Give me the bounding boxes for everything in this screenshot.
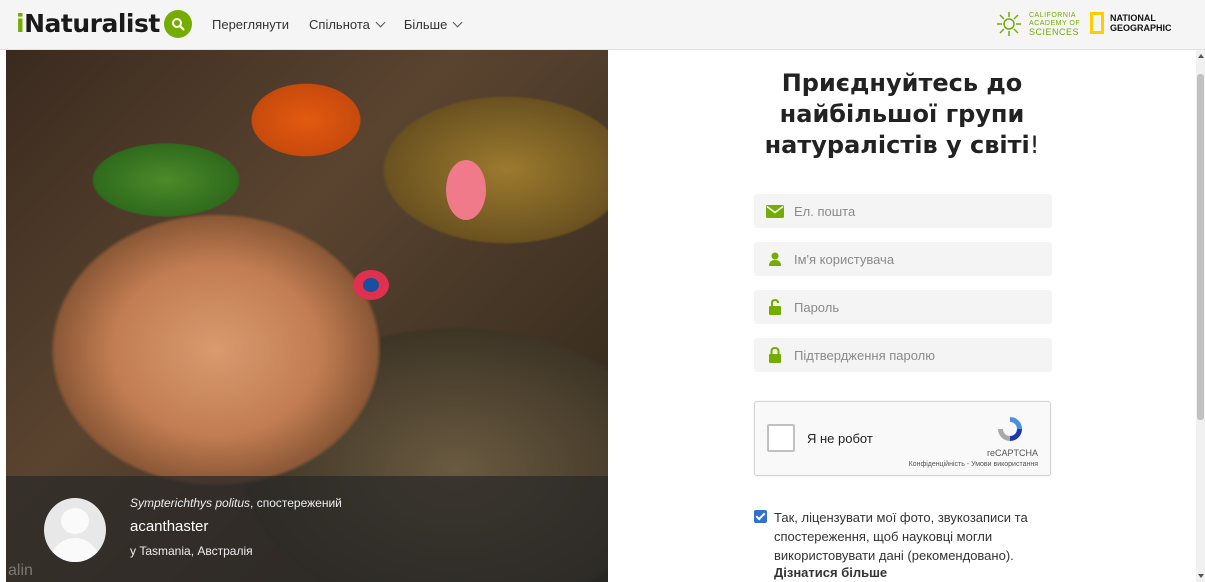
headline-line: Приєднуйтесь до xyxy=(781,69,1023,97)
recaptcha-label: Я не робот xyxy=(807,431,873,446)
photo-watermark: alin xyxy=(8,562,33,579)
search-button[interactable] xyxy=(164,10,192,38)
species-name[interactable]: Sympterichthys politus xyxy=(130,496,250,510)
featured-observation-photo[interactable]: Sympterichthys politus, спостережений ac… xyxy=(6,50,608,582)
license-consent-text[interactable]: Так, ліцензувати мої фото, звукозаписи т… xyxy=(774,508,1054,565)
unlock-icon xyxy=(769,299,781,315)
scroll-thumb[interactable] xyxy=(1197,74,1204,420)
caption-username[interactable]: acanthaster xyxy=(130,518,208,535)
nav-community-label: Спільнота xyxy=(309,17,370,32)
avatar-body-icon xyxy=(50,538,100,562)
photo-detail-eye xyxy=(353,270,389,300)
photo-caption: Sympterichthys politus, спостережений ac… xyxy=(6,476,608,582)
caption-species: Sympterichthys politus, спостережений xyxy=(130,496,342,510)
email-field[interactable] xyxy=(754,194,1052,228)
envelope-icon xyxy=(766,204,784,218)
learn-more-link[interactable]: Дізнатися більше xyxy=(774,565,887,580)
top-navbar: iNaturalist Переглянути Спільнота Більше… xyxy=(0,0,1205,50)
recaptcha-widget: Я не робот reCAPTCHA Конфіденційність - … xyxy=(754,401,1051,476)
caption-place: у Tasmania, Австралія xyxy=(130,544,253,558)
scroll-down-arrow-icon[interactable] xyxy=(1198,574,1204,578)
license-checkbox[interactable] xyxy=(754,510,767,523)
natgeo-frame-icon xyxy=(1090,12,1104,34)
password-confirm-field[interactable] xyxy=(754,338,1052,372)
password-field[interactable] xyxy=(754,290,1052,324)
national-geographic-logo[interactable]: NATIONAL GEOGRAPHIC xyxy=(1090,12,1172,34)
page-scrollbar[interactable] xyxy=(1196,50,1205,582)
natgeo-text: NATIONAL GEOGRAPHIC xyxy=(1110,13,1172,33)
nav-more[interactable]: Більше xyxy=(403,17,463,32)
cas-line: SCIENCES xyxy=(1029,27,1080,37)
chevron-down-icon xyxy=(452,17,463,28)
avatar[interactable] xyxy=(44,498,106,562)
headline-line: найбільшої групи xyxy=(779,100,1025,128)
logo-text: Naturalist xyxy=(24,9,160,38)
recaptcha-links[interactable]: Конфіденційність - Умови використання xyxy=(909,461,1038,468)
photo-detail-lure xyxy=(446,160,486,220)
logo-prefix: i xyxy=(16,9,25,38)
cas-text: CALIFORNIA ACADEMY OF SCIENCES xyxy=(1029,12,1080,37)
natgeo-line: GEOGRAPHIC xyxy=(1110,23,1172,33)
nav-more-label: Більше xyxy=(403,17,448,32)
recaptcha-brand: reCAPTCHA xyxy=(986,448,1038,458)
username-input[interactable] xyxy=(794,251,1034,267)
inaturalist-logo[interactable]: iNaturalist xyxy=(16,9,160,38)
natgeo-line: NATIONAL xyxy=(1110,13,1156,23)
user-icon xyxy=(769,252,781,266)
cas-sun-icon xyxy=(997,12,1021,36)
recaptcha-checkbox[interactable] xyxy=(767,424,795,452)
nav-explore-label: Переглянути xyxy=(212,17,290,32)
california-academy-logo[interactable]: CALIFORNIA ACADEMY OF SCIENCES xyxy=(995,11,1080,37)
species-suffix: , спостережений xyxy=(250,496,342,510)
headline-exclamation: ! xyxy=(1029,131,1040,159)
lock-icon xyxy=(769,347,781,363)
scroll-up-arrow-icon[interactable] xyxy=(1198,54,1204,58)
avatar-head-icon xyxy=(61,508,89,534)
password-confirm-input[interactable] xyxy=(794,347,1034,363)
username-field[interactable] xyxy=(754,242,1052,276)
email-input[interactable] xyxy=(794,203,1034,219)
main-nav: Переглянути Спільнота Більше xyxy=(212,17,463,32)
cas-line: CALIFORNIA xyxy=(1029,12,1077,19)
signup-headline: Приєднуйтесь до найбільшої групи натурал… xyxy=(752,68,1052,161)
chevron-down-icon xyxy=(375,17,386,28)
nav-explore[interactable]: Переглянути xyxy=(212,17,289,32)
recaptcha-logo-icon xyxy=(998,417,1022,441)
password-input[interactable] xyxy=(794,299,1034,315)
headline-line-text: натуралістів у світі xyxy=(764,131,1030,159)
headline-line: натуралістів у світі! xyxy=(752,130,1052,161)
nav-community[interactable]: Спільнота xyxy=(309,17,386,32)
search-icon xyxy=(172,18,185,31)
